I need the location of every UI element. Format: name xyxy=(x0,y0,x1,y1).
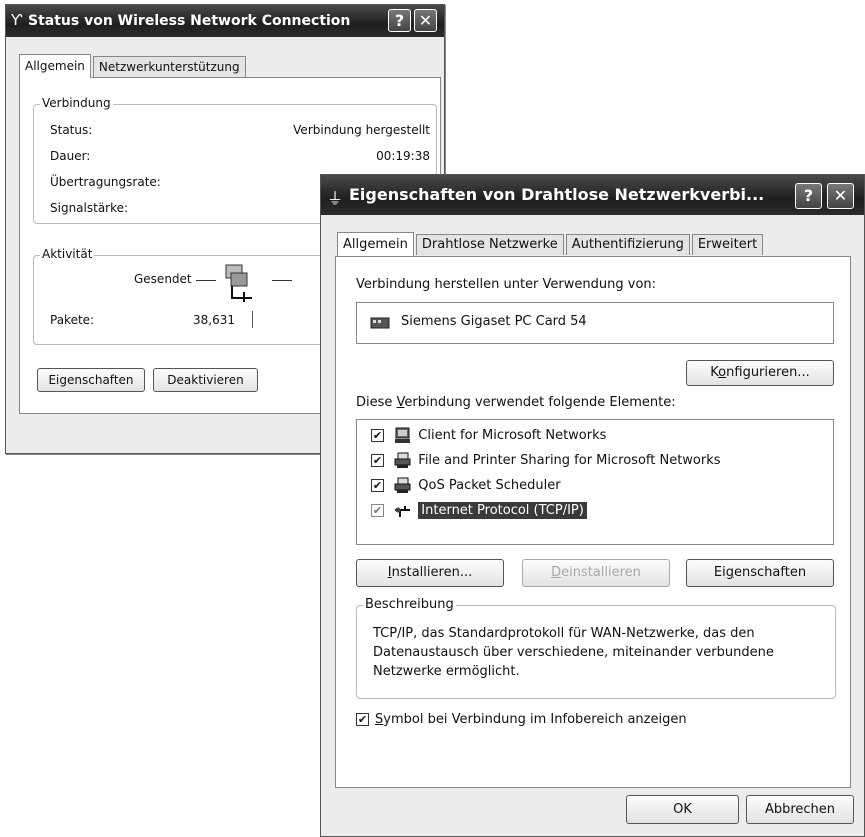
cancel-button[interactable]: Abbrechen xyxy=(746,795,854,824)
ok-button[interactable]: OK xyxy=(626,795,739,824)
packets-divider xyxy=(252,311,253,328)
list-item[interactable]: ✔ File and Printer Sharing for Microsoft… xyxy=(371,452,721,470)
uninstall-label-c: einstallieren xyxy=(561,565,641,580)
list-item[interactable]: ✔ Client for Microsoft Networks xyxy=(371,427,606,445)
tcpip-checkbox[interactable]: ✔ xyxy=(371,504,384,517)
configure-label-b: o xyxy=(718,365,727,380)
activity-line-left xyxy=(196,280,216,281)
printer-sharing-icon xyxy=(394,452,411,468)
help-button[interactable]: ? xyxy=(388,9,411,32)
protocol-icon xyxy=(395,506,411,517)
packets-label: Pakete: xyxy=(50,313,95,327)
status-label: Status: xyxy=(50,123,93,137)
properties-tab-page: Verbindung herstellen unter Verwendung v… xyxy=(335,256,851,788)
status-titlebar[interactable]: Ƴ Status von Wireless Network Connection… xyxy=(6,5,444,37)
uninstall-button[interactable]: Deinstallieren xyxy=(522,559,670,587)
description-group: Beschreibung TCP/IP, das Standardprotoko… xyxy=(356,597,836,699)
packets-sent-value: 38,631 xyxy=(193,313,235,327)
tab-erweitert[interactable]: Erweitert xyxy=(691,234,764,255)
status-properties-button[interactable]: Eigenschaften xyxy=(37,368,145,392)
scheduler-icon xyxy=(394,477,411,493)
components-label-a: Diese xyxy=(356,395,397,410)
connection-icon: ⏚ xyxy=(327,189,344,208)
printer-sharing-checkbox[interactable]: ✔ xyxy=(371,454,384,467)
properties-close-button[interactable]: ✕ xyxy=(827,183,854,209)
tab-netzwerkunterstuetzung[interactable]: Netzwerkunterstützung xyxy=(92,56,246,77)
printer-sharing-label: File and Printer Sharing for Microsoft N… xyxy=(418,453,721,468)
configure-label-a: K xyxy=(710,365,719,380)
properties-help-button[interactable]: ? xyxy=(795,183,822,209)
show-icon-option[interactable]: ✔ Symbol bei Verbindung im Infobereich an… xyxy=(356,712,687,727)
properties-titlebar[interactable]: ⏚ Eigenschaften von Drahtlose Netzwerkve… xyxy=(321,175,864,215)
properties-window-title: Eigenschaften von Drahtlose Netzwerkverb… xyxy=(349,185,765,204)
tab-authentifizierung[interactable]: Authentifizierung xyxy=(565,234,690,255)
connect-using-label: Verbindung herstellen unter Verwendung v… xyxy=(356,277,657,292)
client-checkbox[interactable]: ✔ xyxy=(371,429,384,442)
properties-window: ⏚ Eigenschaften von Drahtlose Netzwerkve… xyxy=(320,174,865,837)
show-icon-label-b: ymbol bei Verbindung im Infobereich anze… xyxy=(383,712,687,727)
status-value: Verbindung hergestellt xyxy=(293,123,430,137)
tab-drahtlose-netzwerke[interactable]: Drahtlose Netzwerke xyxy=(415,234,564,255)
aktivitaet-legend: Aktivität xyxy=(40,247,95,261)
properties-tabs: Allgemein Drahtlose Netzwerke Authentifi… xyxy=(337,231,765,256)
description-line-1: TCP/IP, das Standardprotokoll für WAN-Ne… xyxy=(373,626,755,641)
status-window-title: Status von Wireless Network Connection xyxy=(28,13,351,29)
signal-label: Signalstärke: xyxy=(50,201,129,215)
duration-label: Dauer: xyxy=(50,149,91,163)
components-label: Diese Verbindung verwendet folgende Elem… xyxy=(356,395,676,410)
adapter-name: Siemens Gigaset PC Card 54 xyxy=(401,314,587,329)
list-item[interactable]: ✔ Internet Protocol (TCP/IP) xyxy=(371,502,587,520)
verbindung-legend: Verbindung xyxy=(40,96,113,110)
tab-allgemein-properties[interactable]: Allgemein xyxy=(337,232,414,256)
description-line-2: Datenaustausch über verschiedene, mitein… xyxy=(373,645,774,660)
network-activity-icon xyxy=(225,264,252,302)
scheduler-checkbox[interactable]: ✔ xyxy=(371,479,384,492)
status-tabs: Allgemein Netzwerkunterstützung xyxy=(19,53,248,78)
tab-allgemein[interactable]: Allgemein xyxy=(19,54,91,78)
wireless-antenna-icon: Ƴ xyxy=(11,11,23,29)
tcpip-label: Internet Protocol (TCP/IP) xyxy=(418,502,587,519)
sent-label: Gesendet xyxy=(134,272,192,286)
network-card-icon xyxy=(370,317,390,329)
scheduler-label: QoS Packet Scheduler xyxy=(418,478,561,493)
install-label-c: nstallieren... xyxy=(391,565,473,580)
activity-line-right xyxy=(272,280,292,281)
uninstall-label-b: D xyxy=(551,565,562,580)
deactivate-button[interactable]: Deaktivieren xyxy=(153,368,258,392)
list-item[interactable]: ✔ QoS Packet Scheduler xyxy=(371,477,561,495)
close-button[interactable]: ✕ xyxy=(414,9,437,32)
rate-label: Übertragungsrate: xyxy=(50,175,161,189)
component-properties-label-c: enschaften xyxy=(734,565,807,580)
components-list[interactable]: ✔ Client for Microsoft Networks ✔ File a… xyxy=(356,419,834,545)
duration-value: 00:19:38 xyxy=(376,149,430,163)
install-button[interactable]: Installieren... xyxy=(356,559,504,587)
component-properties-button[interactable]: Eigenschaften xyxy=(686,559,834,587)
components-label-c: erbindung verwendet folgende Elemente: xyxy=(404,395,676,410)
configure-label-c: nfigurieren... xyxy=(726,365,810,380)
client-icon xyxy=(395,427,411,443)
show-icon-checkbox[interactable]: ✔ xyxy=(356,713,369,726)
configure-button[interactable]: Konfigurieren... xyxy=(686,360,834,386)
component-properties-label-b: g xyxy=(725,565,735,580)
description-legend: Beschreibung xyxy=(363,597,456,612)
client-label: Client for Microsoft Networks xyxy=(418,428,607,443)
description-line-3: Netzwerke ermöglicht. xyxy=(373,664,520,679)
adapter-box: Siemens Gigaset PC Card 54 xyxy=(356,302,834,344)
component-properties-label-a: Ei xyxy=(713,565,726,580)
